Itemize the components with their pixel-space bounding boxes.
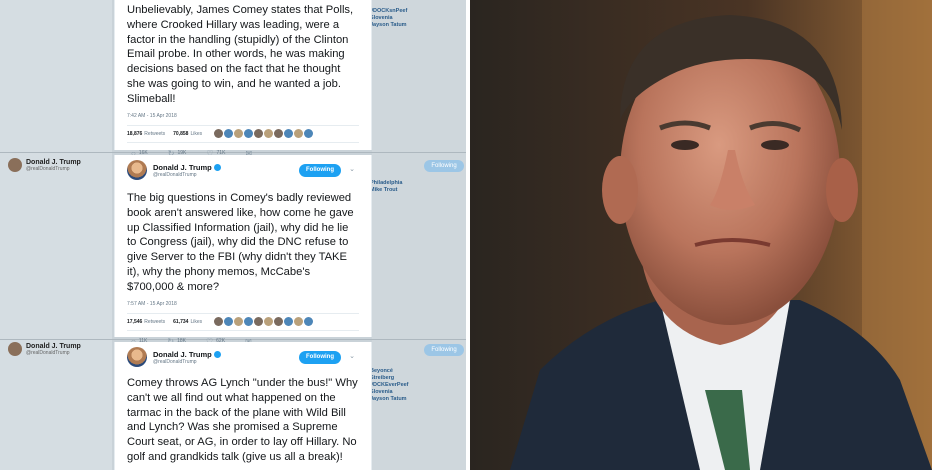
following-button[interactable]: Following [299,164,341,177]
tweet-timestamp[interactable]: 7:42 AM - 15 Apr 2018 [115,113,371,119]
author-handle: @realDonaldTrump [26,165,70,172]
like-count[interactable]: 70,858 Likes [173,131,202,137]
avatar[interactable] [127,347,147,367]
tweet-text: The big questions in Comey's badly revie… [127,192,354,293]
like-count[interactable]: 61,734 Likes [173,319,202,325]
follow-button[interactable]: Following [424,160,464,172]
follow-button[interactable]: Following [424,344,464,356]
trends-list: Beyoncé Streiberg #DCKEverPeef Slovenia … [370,368,462,403]
trend-item[interactable]: #DOCKsnPeef [370,8,462,15]
portrait-illustration [470,0,932,470]
trend-item[interactable]: Beyoncé [370,368,462,375]
ear [602,156,638,224]
trend-item[interactable]: Streiberg [370,375,462,382]
tweet-header: Donald J. Trump @realDonaldTrump Followi… [115,342,371,372]
trend-item[interactable]: Philadelphia [370,180,462,187]
author-name: Donald J. Trump [26,158,81,166]
author-name[interactable]: Donald J. Trump [153,163,221,172]
tweet-stats: 18,876 Retweets 70,858 Likes [127,124,359,143]
retweet-count[interactable]: 17,546 Retweets [127,319,165,325]
author-handle: @realDonaldTrump [153,358,197,365]
tweet-card: Donald J. Trump @realDonaldTrump Followi… [114,342,372,470]
liker-avatars [214,317,314,327]
tweet-timestamp[interactable]: 7:57 AM - 15 Apr 2018 [115,301,371,307]
chevron-down-icon[interactable]: ⌄ [349,352,355,360]
author-handle: @realDonaldTrump [153,171,197,178]
avatar [8,158,22,172]
tweet-card: Unbelievably, James Comey states that Po… [114,0,372,158]
chevron-down-icon[interactable]: ⌄ [349,165,355,173]
trend-item[interactable]: Mike Trout [370,187,462,194]
author-name: Donald J. Trump [26,342,81,350]
background-tweet-header: Donald J. Trump @realDonaldTrump [8,342,108,356]
tweet-text: Unbelievably, James Comey states that Po… [127,4,354,105]
trend-item[interactable]: Jayson Tatum [370,22,462,29]
tweet-text: Comey throws AG Lynch "under the bus!" W… [127,377,358,463]
author-handle: @realDonaldTrump [26,349,70,356]
trend-item[interactable]: Slovenia [370,15,462,22]
trend-item[interactable]: #DCKEverPeef [370,382,462,389]
retweet-count[interactable]: 18,876 Retweets [127,131,165,137]
eye [761,140,789,150]
tweet-card: Donald J. Trump @realDonaldTrump Followi… [114,155,372,346]
portrait-photo [470,0,932,470]
tweet-header: Donald J. Trump @realDonaldTrump Followi… [115,155,371,185]
trend-item[interactable]: Slovenia [370,389,462,396]
verified-badge-icon [213,164,221,172]
trends-list: Philadelphia Mike Trout [370,180,462,194]
verified-badge-icon [213,351,221,359]
background-feed-left [0,0,112,470]
author-name[interactable]: Donald J. Trump [153,350,221,359]
eye [671,140,699,150]
trend-item[interactable]: Jayson Tatum [370,396,462,403]
trends-list: #DOCKsnPeef Slovenia Jayson Tatum [370,8,462,29]
background-tweet-header: Donald J. Trump @realDonaldTrump [8,158,108,172]
following-button[interactable]: Following [299,351,341,364]
avatar [8,342,22,356]
avatar[interactable] [127,160,147,180]
ear [826,158,858,222]
liker-avatars [214,129,314,139]
tweet-collage: Donald J. Trump @realDonaldTrump Donald … [0,0,466,470]
tweet-stats: 17,546 Retweets 61,734 Likes [127,312,359,331]
